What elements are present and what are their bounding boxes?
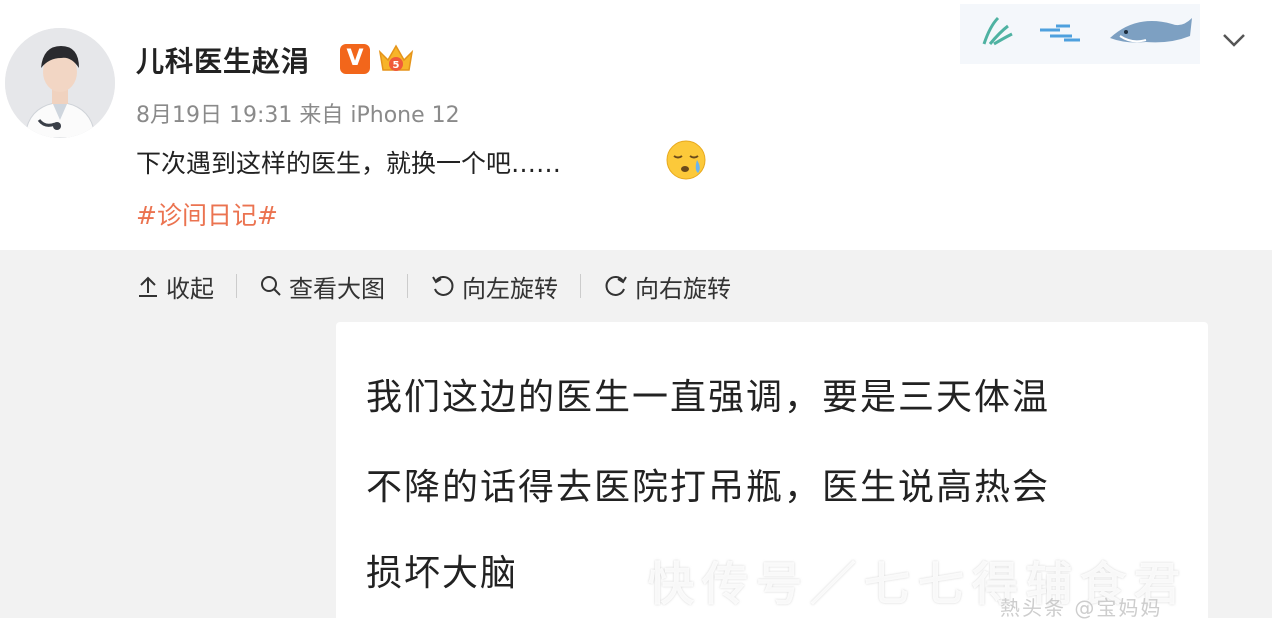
image-toolbar: 收起 查看大图 向左旋转 向右旋转	[136, 266, 731, 306]
rotate-left-button[interactable]: 向左旋转	[430, 269, 558, 304]
image-text-line-3: 损坏大脑	[366, 553, 519, 594]
page-edge	[1272, 250, 1288, 618]
avatar[interactable]	[5, 28, 115, 138]
hashtag-link[interactable]: #诊间日记#	[136, 196, 278, 232]
toolbar-divider	[580, 274, 581, 298]
weibo-post: 儿科医生赵涓 V 5 8月19日 19:31 来自 iPhone 12 下次遇到…	[0, 0, 1288, 250]
crown-icon: 5	[378, 44, 414, 71]
watermark-subtext: 熱头条 @宝妈妈	[1000, 596, 1163, 620]
search-icon	[261, 276, 281, 296]
username[interactable]: 儿科医生赵涓	[136, 40, 310, 80]
collapse-arrow-icon	[139, 276, 157, 297]
chevron-down-icon[interactable]	[1218, 26, 1250, 54]
collapse-button[interactable]: 收起	[136, 269, 214, 304]
toolbar-divider	[407, 274, 408, 298]
rotate-left-icon	[432, 276, 454, 296]
rotate-right-button[interactable]: 向右旋转	[603, 269, 731, 304]
collapse-label: 收起	[166, 274, 214, 303]
svg-text:5: 5	[393, 60, 400, 71]
image-text-line-2: 不降的话得去医院打吊瓶，医生说高热会	[366, 467, 1051, 508]
verified-badge-icon: V	[340, 44, 370, 74]
post-text: 下次遇到这样的医生，就换一个吧……	[136, 149, 562, 178]
toolbar-divider	[236, 274, 237, 298]
rotate-right-icon	[605, 276, 627, 296]
rotate-right-label: 向右旋转	[635, 274, 731, 303]
view-large-button[interactable]: 查看大图	[259, 269, 385, 304]
rotate-left-label: 向左旋转	[462, 274, 558, 303]
image-text-line-1: 我们这边的医生一直强调，要是三天体温	[366, 377, 1051, 418]
post-meta: 8月19日 19:31 来自 iPhone 12	[136, 103, 460, 128]
decorative-sea-banner-icon	[960, 4, 1200, 64]
sleepy-face-emoji-icon	[666, 140, 706, 180]
view-large-label: 查看大图	[289, 274, 385, 303]
